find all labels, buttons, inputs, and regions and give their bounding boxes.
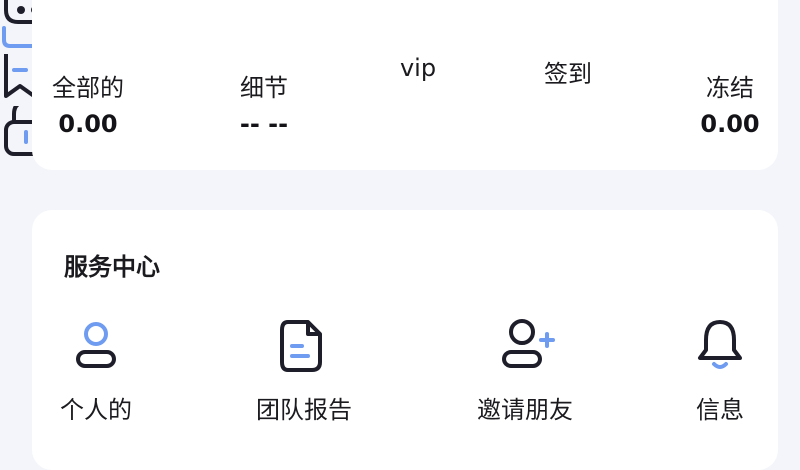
document-icon — [280, 320, 322, 372]
stat-details-value: -- -- — [239, 110, 289, 138]
stat-frozen-value: 0.00 — [700, 110, 760, 138]
service-item-label: 个人的 — [60, 396, 132, 424]
user-icon — [76, 322, 116, 368]
stat-details-label: 细节 — [240, 74, 288, 102]
balance-card — [32, 0, 778, 170]
stat-checkin-label: 签到 — [544, 60, 592, 88]
add-user-icon — [502, 319, 555, 368]
stat-vip-label: vip — [399, 54, 437, 82]
service-item-label: 团队报告 — [256, 396, 352, 424]
stat-total-label: 全部的 — [52, 74, 124, 102]
service-item-label: 信息 — [696, 396, 744, 424]
section-title: 服务中心 — [64, 253, 160, 281]
stat-frozen-label: 冻结 — [706, 74, 754, 102]
stat-total-value: 0.00 — [58, 110, 118, 138]
service-item-label: 邀请朋友 — [477, 396, 573, 424]
bell-icon — [698, 320, 742, 369]
